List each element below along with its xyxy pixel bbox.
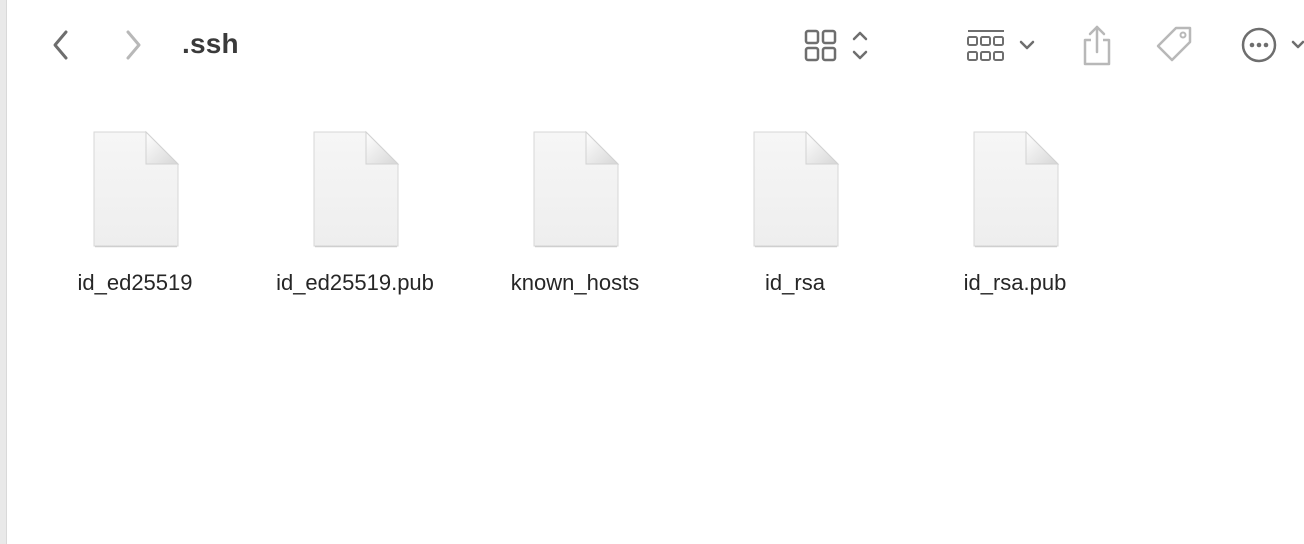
chevron-left-icon	[53, 30, 68, 60]
folder-title: .ssh	[182, 28, 239, 59]
group-by-icon	[967, 30, 1035, 61]
share-icon	[1083, 25, 1111, 66]
tag-button[interactable]	[1152, 22, 1198, 68]
document-icon	[753, 130, 840, 248]
file-item[interactable]: id_ed25519	[25, 128, 245, 296]
document-icon	[533, 130, 620, 248]
tag-icon	[1156, 26, 1192, 62]
toolbar: .ssh	[0, 0, 1304, 90]
file-grid: id_ed25519 id_ed25519.pub known_hosts id…	[25, 128, 1125, 296]
document-icon	[973, 130, 1060, 248]
file-item[interactable]: known_hosts	[465, 128, 685, 296]
view-mode-button[interactable]	[800, 25, 876, 67]
finder-window: .ssh id_ed25519 id_ed25519.pub known_hos…	[0, 0, 1304, 544]
file-name: id_ed25519.pub	[276, 270, 434, 295]
document-icon	[313, 130, 400, 248]
file-name: known_hosts	[510, 270, 640, 295]
file-item[interactable]: id_rsa	[685, 128, 905, 296]
chevron-right-icon	[126, 30, 141, 60]
back-button[interactable]	[40, 24, 82, 66]
share-button[interactable]	[1076, 22, 1118, 68]
ellipsis-circle-icon	[1241, 27, 1304, 63]
document-icon	[93, 130, 180, 248]
icon-grid-view-icon	[804, 29, 868, 62]
file-item[interactable]: id_rsa.pub	[905, 128, 1125, 296]
file-item[interactable]: id_ed25519.pub	[245, 128, 465, 296]
more-actions-button[interactable]	[1238, 24, 1304, 66]
file-name: id_rsa	[765, 270, 825, 295]
group-by-button[interactable]	[962, 25, 1042, 67]
file-name: id_rsa.pub	[963, 270, 1067, 295]
forward-button[interactable]	[112, 24, 154, 66]
file-name: id_ed25519	[77, 270, 193, 295]
